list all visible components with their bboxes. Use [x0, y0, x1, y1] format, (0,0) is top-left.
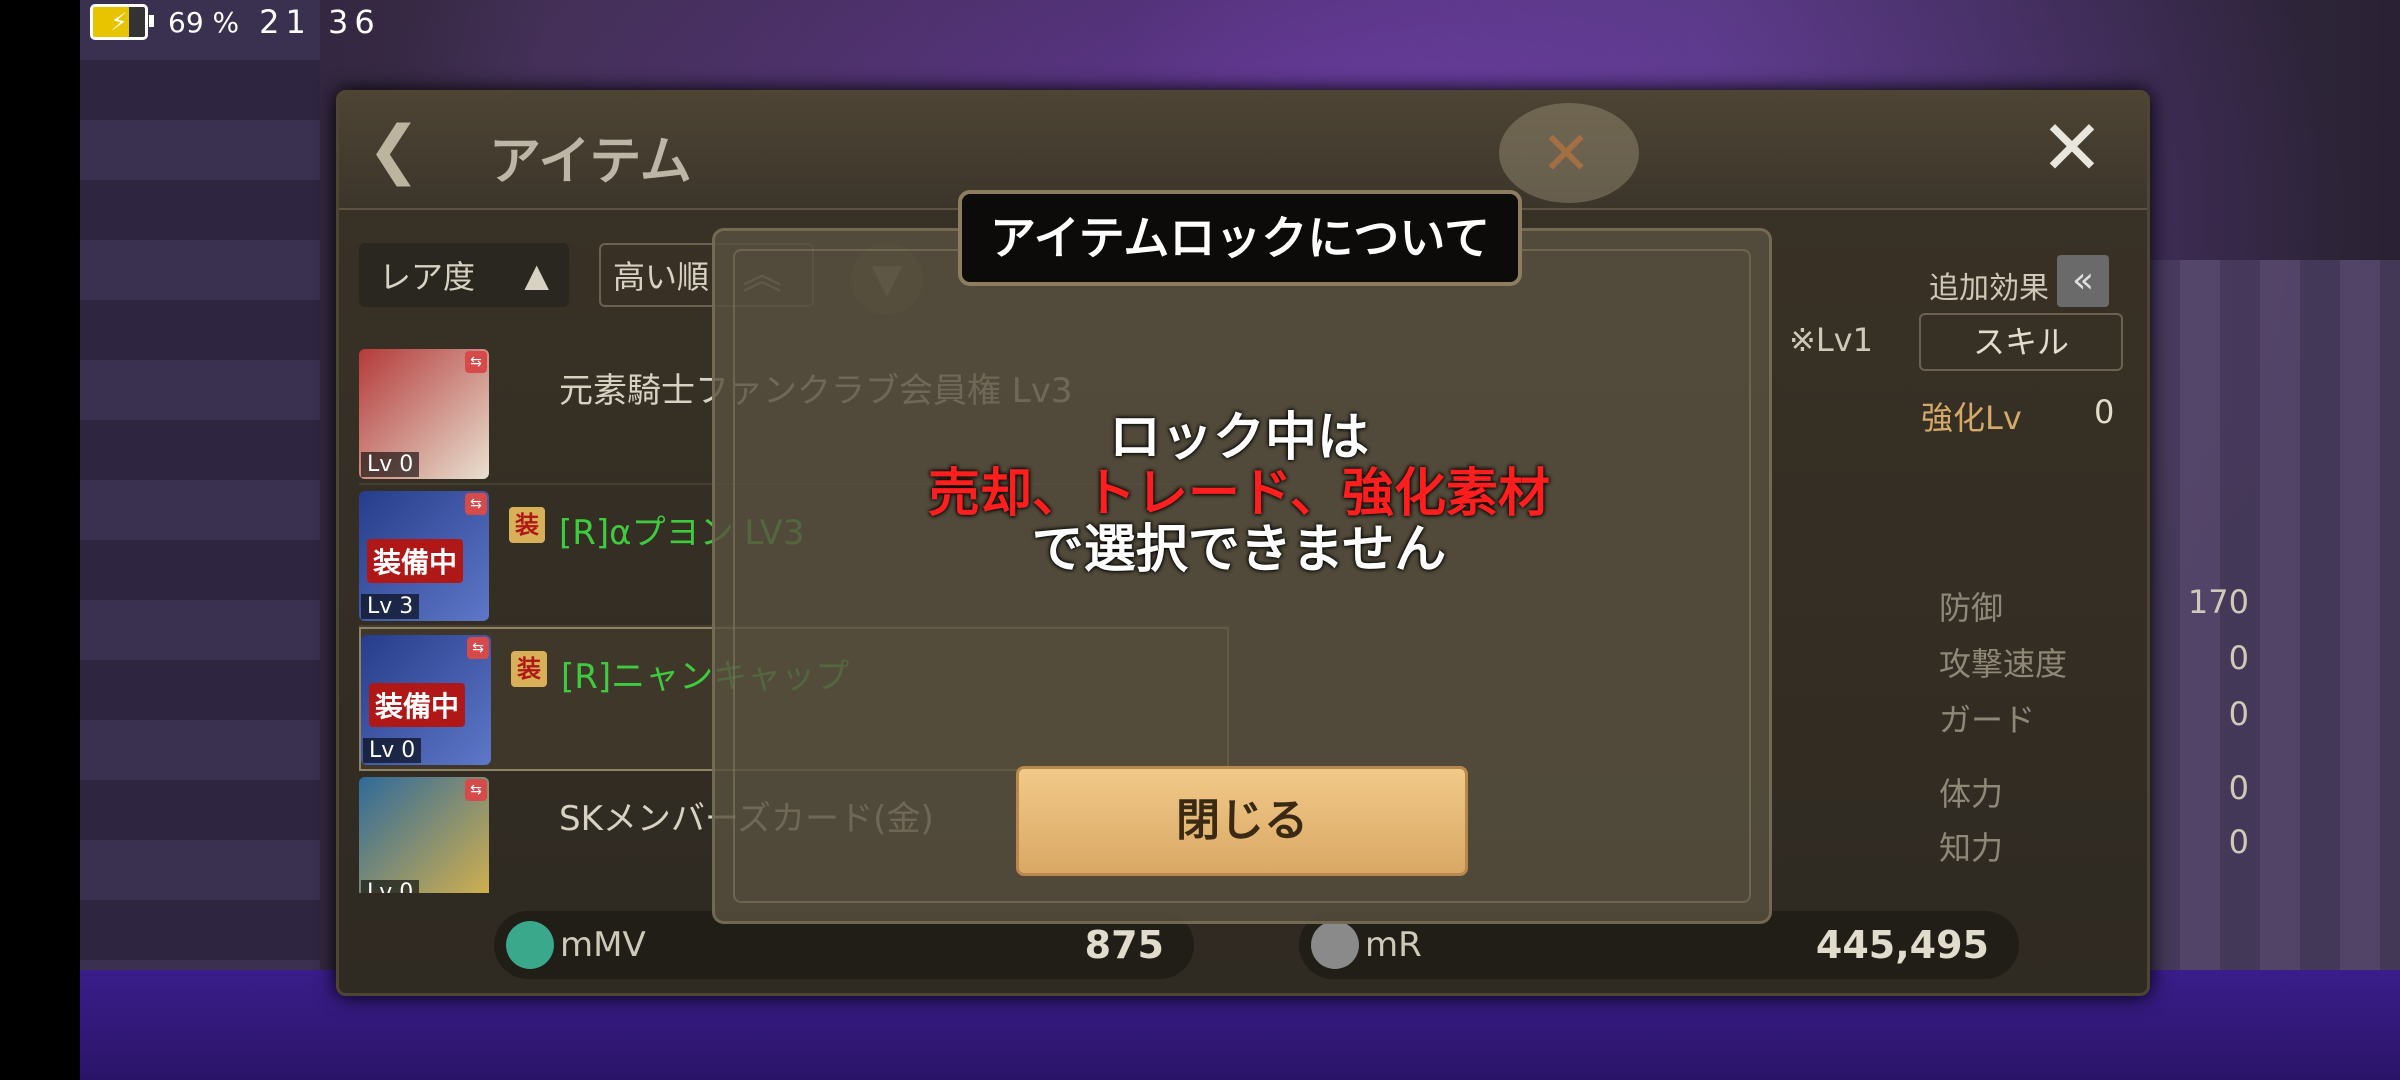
- status-bar: ⚡ 69 % 21 36: [90, 0, 381, 44]
- battery-percent: 69 %: [168, 5, 240, 39]
- dialog-title: アイテムロックについて: [958, 190, 1522, 286]
- modal-overlay: アイテムロックについて ロック中は 売却、トレード、強化素材 で選択できません …: [0, 0, 2400, 1080]
- close-dialog-button[interactable]: 閉じる: [1016, 766, 1468, 876]
- dialog-message-line2: 売却、トレード、強化素材: [928, 464, 1550, 524]
- dialog-message-line3: で選択できません: [1031, 520, 1447, 580]
- dialog-message: ロック中は 売却、トレード、強化素材 で選択できません: [712, 410, 1766, 578]
- dialog-message-line1: ロック中は: [1108, 408, 1369, 468]
- clock: 21 36: [259, 3, 381, 41]
- battery-icon: ⚡: [90, 4, 154, 40]
